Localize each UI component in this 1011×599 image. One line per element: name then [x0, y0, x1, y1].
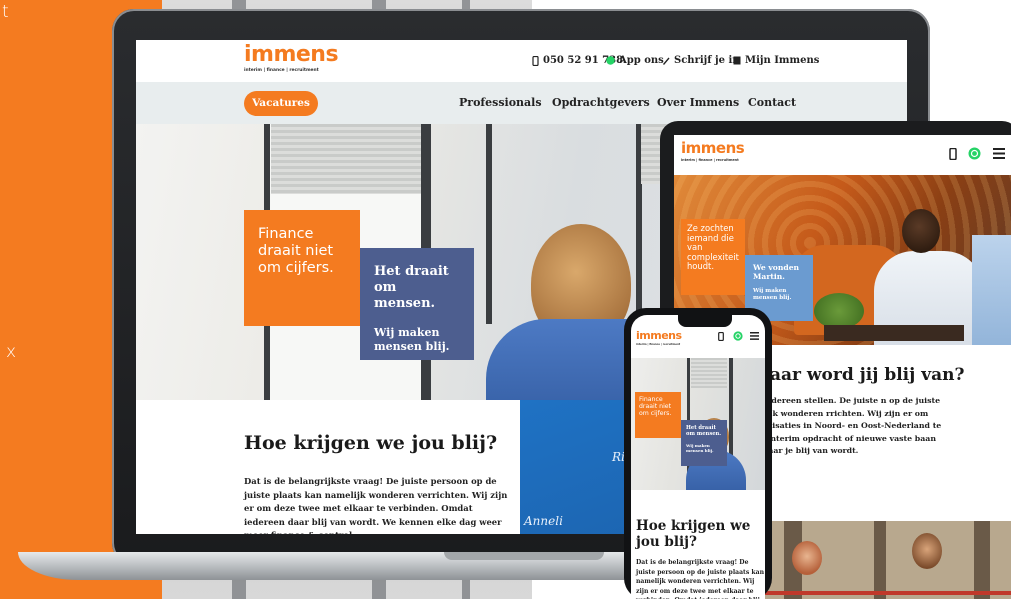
- man-head: [902, 209, 940, 253]
- logo-tagline: interim | finance | recruitment: [244, 68, 319, 73]
- phone-blue-bubble: Het draait om mensen. Wij maken mensen b…: [681, 420, 727, 466]
- site-header: immens interim | finance | recruitment 0…: [136, 40, 907, 82]
- hero-blue-sub: Wij maken mensen blij.: [374, 326, 450, 353]
- whatsapp-icon[interactable]: [733, 331, 743, 341]
- nav-over-immens[interactable]: Over Immens: [657, 96, 739, 109]
- phone-header: immens interim | finance | recruitment: [631, 325, 765, 355]
- app-ons-label: App ons: [619, 55, 664, 66]
- hero-orange-bubble: Finance draait niet om cijfers.: [244, 210, 360, 326]
- intro-body: Dat is de belangrijkste vraag! De juiste…: [244, 476, 508, 534]
- phone-orange-bubble: Finance draait niet om cijfers.: [635, 392, 681, 438]
- phone-logo-tagline: interim | finance | recruitment: [636, 343, 681, 346]
- mijn-immens-link[interactable]: Mijn Immens: [733, 55, 819, 66]
- intro-heading: Hoe krijgen we jou blij?: [244, 432, 498, 454]
- nav-opdrachtgevers[interactable]: Opdrachtgevers: [552, 96, 650, 109]
- whatsapp-icon[interactable]: [968, 147, 981, 160]
- hero-blue-bubble: Het draait om mensen. Wij maken mensen b…: [360, 248, 474, 360]
- phone-heading: Hoe krijgen we jou blij?: [636, 518, 751, 550]
- hero-blue-title: Het draait om mensen.: [374, 264, 449, 311]
- whatsapp-icon: [606, 56, 615, 65]
- phone-hero-image: Finance draait niet om cijfers. Het draa…: [631, 358, 765, 490]
- phone-blue-title: Het draait om mensen.: [686, 425, 722, 438]
- login-icon: [733, 56, 741, 65]
- tablet-header: immens interim | finance | recruitment: [674, 135, 1011, 175]
- phone-blue-sub: Wij maken mensen blij.: [686, 442, 714, 453]
- intro-section: Hoe krijgen we jou blij? Dat is de belan…: [136, 400, 520, 534]
- phone-body: Dat is de belangrijkste vraag! De juiste…: [636, 559, 764, 599]
- backdrop-letter-top: t: [2, 2, 9, 22]
- scribble-anneli: Anneli: [524, 514, 563, 528]
- immens-logo[interactable]: immens: [244, 42, 339, 67]
- phone-icon[interactable]: [718, 332, 724, 341]
- laptop-hinge: [444, 552, 604, 560]
- schrijf-je-in-link[interactable]: Schrijf je in: [662, 55, 740, 66]
- nav-professionals[interactable]: Professionals: [459, 96, 542, 109]
- nav-contact[interactable]: Contact: [748, 96, 796, 109]
- tablet-blue-title: We vonden Martin.: [753, 263, 800, 281]
- man-portrait: [912, 533, 942, 569]
- schrijf-je-in-label: Schrijf je in: [674, 55, 740, 66]
- hamburger-menu-icon[interactable]: [750, 332, 759, 340]
- tablet-heading: aar word jij blij van?: [770, 365, 965, 385]
- phone-logo[interactable]: immens: [636, 329, 682, 342]
- pencil-icon: [663, 57, 670, 65]
- phone-screen: immens interim | finance | recruitment F…: [631, 315, 765, 599]
- backdrop-letter-middle: x: [6, 342, 17, 362]
- vacatures-button[interactable]: Vacatures: [244, 91, 318, 116]
- phone-icon: [532, 55, 539, 66]
- phone-icon[interactable]: [949, 148, 957, 160]
- tablet-logo[interactable]: immens: [681, 139, 745, 157]
- tablet-orange-bubble: Ze zochten iemand die van complexiteit h…: [681, 219, 745, 295]
- tablet-blue-sub: Wij maken mensen blij.: [753, 288, 792, 301]
- phone-content: Hoe krijgen we jou blij? Dat is de belan…: [631, 490, 765, 599]
- app-ons-link[interactable]: App ons: [606, 55, 664, 66]
- main-nav: Vacatures Professionals Opdrachtgevers O…: [136, 82, 907, 124]
- mijn-immens-label: Mijn Immens: [745, 55, 820, 66]
- phone-mockup: immens interim | finance | recruitment F…: [624, 308, 772, 599]
- tablet-logo-tagline: interim | finance | recruitment: [681, 158, 739, 162]
- woman-portrait: [792, 541, 822, 575]
- hamburger-menu-icon[interactable]: [993, 148, 1005, 159]
